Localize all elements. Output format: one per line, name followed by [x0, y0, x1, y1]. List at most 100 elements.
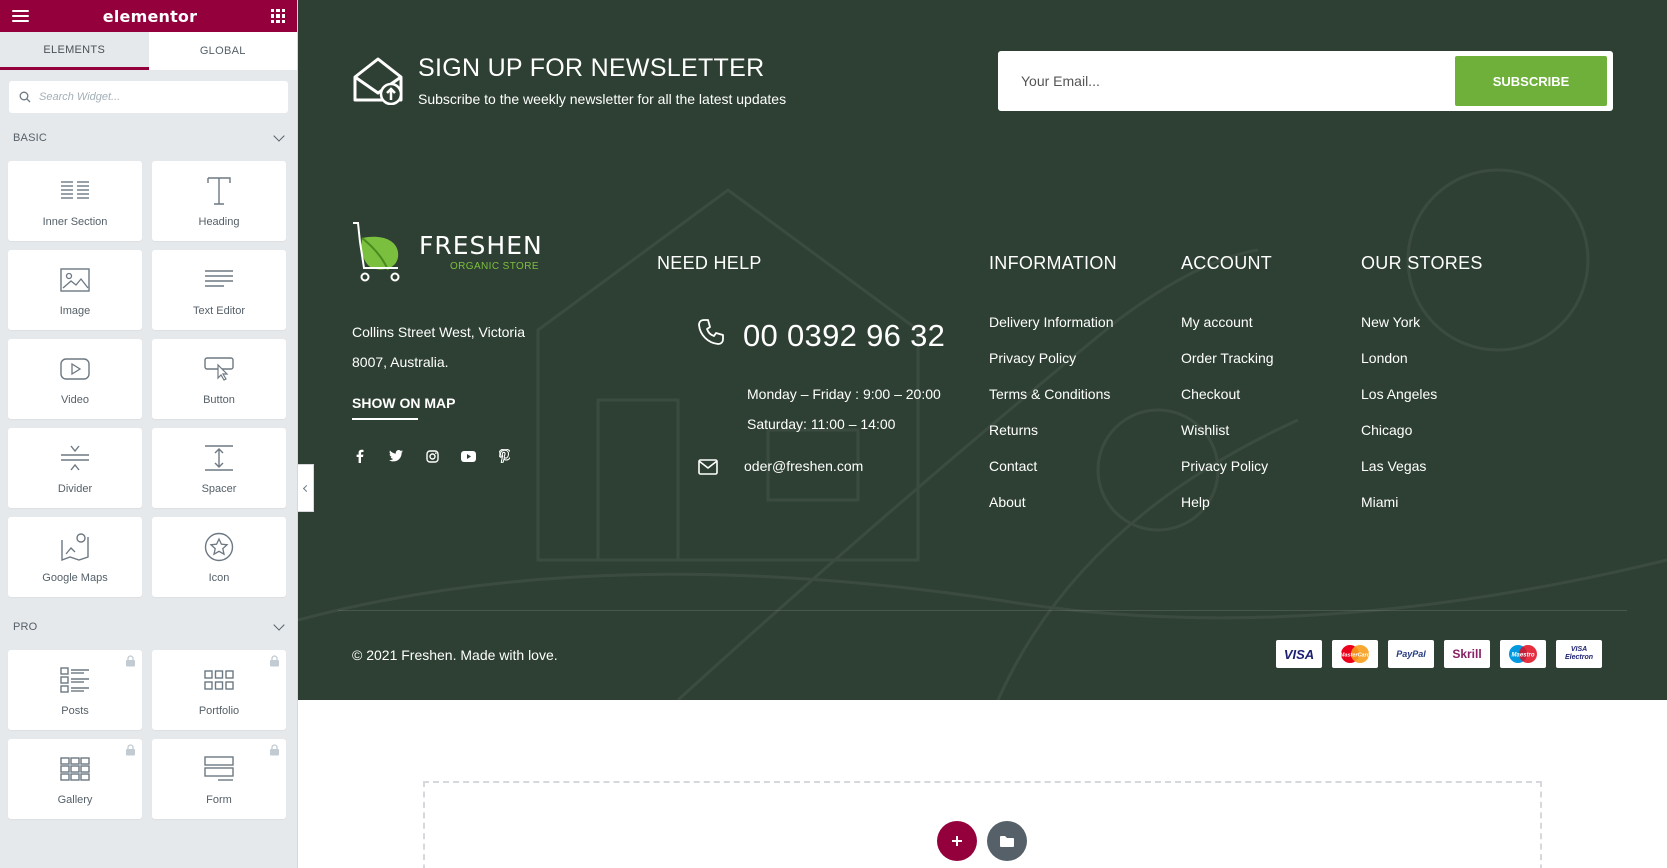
widget-label: Heading — [198, 215, 240, 228]
widget-label: Button — [203, 393, 235, 406]
store-links: New York London Los Angeles Chicago Las … — [1361, 313, 1437, 529]
button-icon — [202, 353, 236, 385]
widget-image[interactable]: Image — [8, 250, 142, 330]
newsletter-email-input[interactable] — [1004, 73, 1455, 89]
tab-global[interactable]: GLOBAL — [149, 32, 298, 70]
editor-panel: elementor ELEMENTS GLOBAL BASIC Inner Se… — [0, 0, 298, 868]
account-title: ACCOUNT — [1181, 253, 1273, 273]
footer-link[interactable]: Los Angeles — [1361, 385, 1437, 421]
star-icon — [202, 531, 236, 563]
map-icon — [58, 531, 92, 563]
widget-button[interactable]: Button — [152, 339, 286, 419]
apps-grid-icon[interactable] — [271, 9, 285, 23]
widget-text-editor[interactable]: Text Editor — [152, 250, 286, 330]
widget-divider[interactable]: Divider — [8, 428, 142, 508]
search-input[interactable] — [39, 91, 259, 103]
footer-link[interactable]: Las Vegas — [1361, 457, 1437, 493]
footer-link[interactable]: About — [989, 493, 1114, 529]
widget-icon[interactable]: Icon — [152, 517, 286, 597]
editor-brand: elementor — [102, 6, 198, 26]
widget-label: Posts — [61, 704, 89, 717]
widget-google-maps[interactable]: Google Maps — [8, 517, 142, 597]
logo-tagline: ORGANIC STORE — [450, 261, 539, 272]
widget-label: Portfolio — [198, 704, 240, 717]
widget-posts[interactable]: Posts — [8, 650, 142, 730]
chevron-left-icon — [302, 484, 311, 492]
widget-spacer[interactable]: Spacer — [152, 428, 286, 508]
visa-icon: VISA — [1276, 640, 1322, 668]
mail-icon — [698, 459, 718, 475]
facebook-icon[interactable] — [352, 448, 368, 464]
portfolio-icon — [202, 664, 236, 696]
footer-link[interactable]: Privacy Policy — [989, 349, 1114, 385]
footer-link[interactable]: Terms & Conditions — [989, 385, 1114, 421]
subscribe-button[interactable]: SUBSCRIBE — [1455, 56, 1607, 106]
address-line: 8007, Australia. — [352, 354, 449, 370]
pro-widgets: Posts Portfolio Gallery Form — [0, 645, 297, 819]
footer-link[interactable]: Miami — [1361, 493, 1437, 529]
hours-saturday: Saturday: 11:00 – 14:00 — [747, 416, 896, 432]
widget-label: Spacer — [201, 482, 237, 495]
lock-icon — [126, 655, 135, 667]
add-section-dropzone[interactable] — [423, 781, 1542, 868]
widget-gallery[interactable]: Gallery — [8, 739, 142, 819]
twitter-icon[interactable] — [388, 448, 404, 464]
category-basic-label: BASIC — [13, 132, 48, 144]
footer-link[interactable]: Checkout — [1181, 385, 1274, 421]
lock-icon — [270, 655, 279, 667]
footer-link[interactable]: Contact — [989, 457, 1114, 493]
add-template-button[interactable] — [987, 821, 1027, 861]
lock-icon — [126, 744, 135, 756]
widget-label: Form — [206, 793, 232, 806]
contact-email[interactable]: oder@freshen.com — [744, 458, 863, 474]
show-on-map-link[interactable]: SHOW ON MAP — [352, 395, 455, 411]
widget-heading[interactable]: Heading — [152, 161, 286, 241]
footer-link[interactable]: Help — [1181, 493, 1274, 529]
widget-inner-section[interactable]: Inner Section — [8, 161, 142, 241]
information-title: INFORMATION — [989, 253, 1117, 273]
lock-icon — [270, 744, 279, 756]
footer-link[interactable]: New York — [1361, 313, 1437, 349]
footer-link[interactable]: Chicago — [1361, 421, 1437, 457]
gallery-icon — [58, 753, 92, 785]
tab-elements[interactable]: ELEMENTS — [0, 32, 149, 70]
paypal-icon: PayPal — [1388, 640, 1434, 668]
account-links: My account Order Tracking Checkout Wishl… — [1181, 313, 1274, 529]
footer-link[interactable]: Privacy Policy — [1181, 457, 1274, 493]
chevron-down-icon — [273, 130, 285, 142]
copyright-text: © 2021 Freshen. Made with love. — [352, 647, 558, 663]
basic-widgets: Inner Section Heading Image Text Editor … — [0, 156, 297, 597]
footer-link[interactable]: Returns — [989, 421, 1114, 457]
youtube-icon[interactable] — [460, 448, 476, 464]
footer-link[interactable]: Delivery Information — [989, 313, 1114, 349]
maestro-label: Maestro — [1511, 653, 1534, 659]
store-address: Collins Street West, Victoria 8007, Aust… — [352, 317, 592, 377]
our-stores-title: OUR STORES — [1361, 253, 1483, 273]
footer-link[interactable]: London — [1361, 349, 1437, 385]
panel-header: elementor — [0, 0, 297, 32]
add-section-button[interactable] — [937, 821, 977, 861]
menu-icon[interactable] — [12, 10, 29, 22]
footer-link[interactable]: My account — [1181, 313, 1274, 349]
widget-video[interactable]: Video — [8, 339, 142, 419]
category-basic[interactable]: BASIC — [0, 120, 297, 156]
skrill-icon: Skrill — [1444, 640, 1490, 668]
mastercard-label: MasterCard — [1340, 653, 1371, 659]
widget-label: Divider — [57, 482, 93, 495]
footer-divider — [338, 610, 1627, 611]
collapse-panel-button[interactable] — [298, 464, 314, 512]
phone-number[interactable]: 00 0392 96 32 — [743, 318, 945, 354]
footer-link[interactable]: Wishlist — [1181, 421, 1274, 457]
widget-form[interactable]: Form — [152, 739, 286, 819]
pinterest-icon[interactable] — [496, 448, 512, 464]
information-links: Delivery Information Privacy Policy Term… — [989, 313, 1114, 529]
footer-link[interactable]: Order Tracking — [1181, 349, 1274, 385]
search-icon — [19, 91, 31, 103]
mastercard-icon: MasterCard — [1332, 640, 1378, 668]
newsletter-form: SUBSCRIBE — [998, 51, 1613, 111]
widget-portfolio[interactable]: Portfolio — [152, 650, 286, 730]
category-pro[interactable]: PRO — [0, 609, 297, 645]
spacer-icon — [202, 442, 236, 474]
widget-label: Text Editor — [193, 304, 245, 317]
instagram-icon[interactable] — [424, 448, 440, 464]
